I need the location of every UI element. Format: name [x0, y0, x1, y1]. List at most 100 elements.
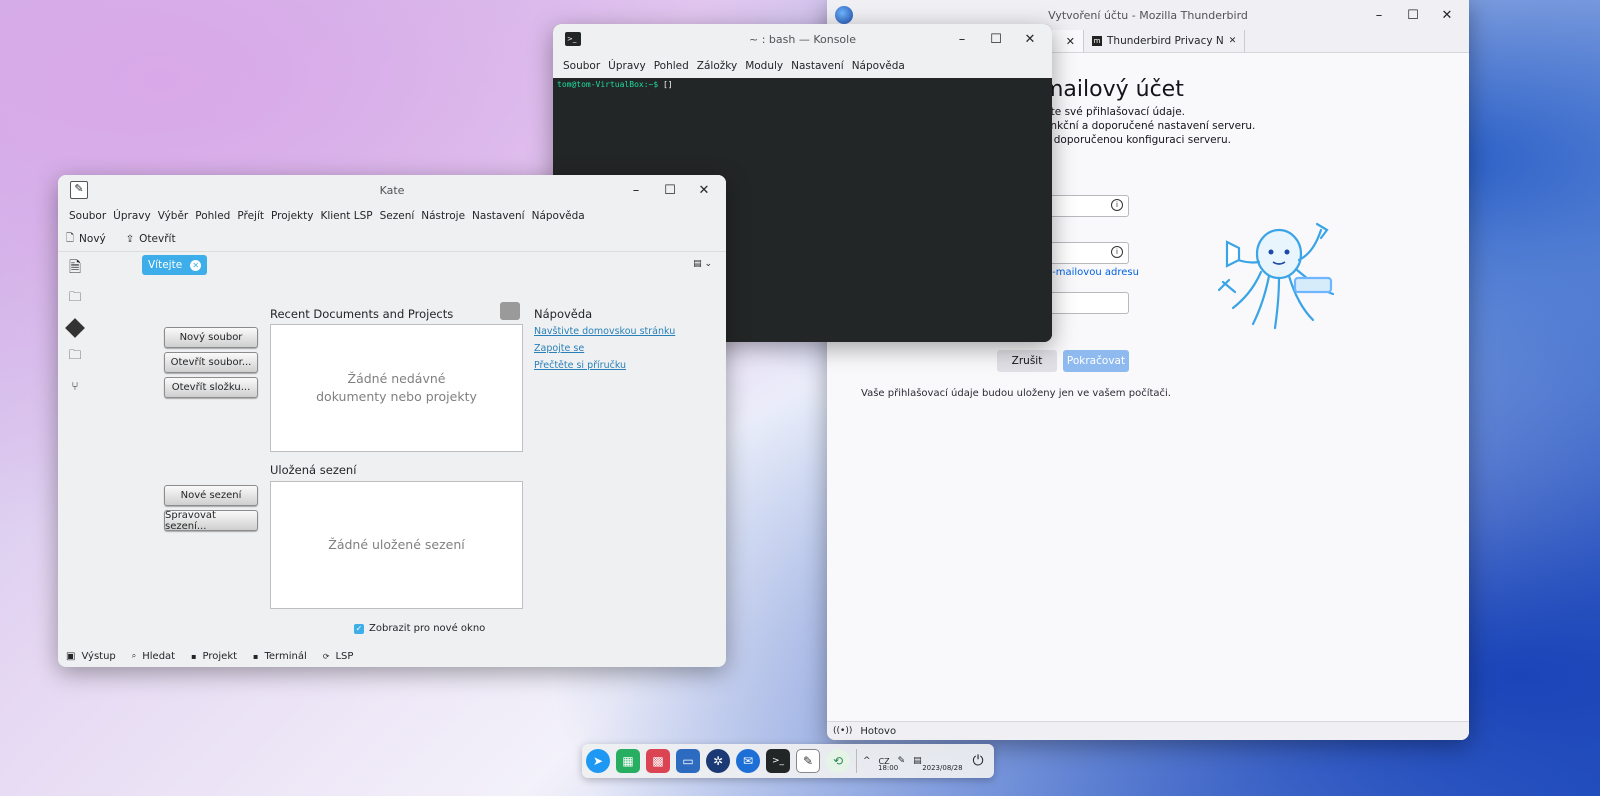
- kate-bottom-panel: ▣ Výstup ⌕ Hledat ▪ Projekt ▪ Terminál ⟳ LSP: [58, 645, 726, 667]
- branch-icon[interactable]: ⑂: [58, 371, 92, 400]
- vm-tools-icon[interactable]: ⟲: [826, 749, 850, 773]
- power-icon[interactable]: ⏻: [966, 749, 990, 773]
- open-button[interactable]: ⇪ Otevřít: [126, 233, 176, 245]
- chevron-up-icon[interactable]: ^: [863, 756, 871, 766]
- manage-sessions-button[interactable]: Spravovat sezení...: [164, 510, 258, 532]
- close-button[interactable]: ✕: [1020, 29, 1040, 49]
- kate-menubar: Soubor Úpravy Výběr Pohled Přejít Projek…: [58, 205, 726, 227]
- menu-item[interactable]: Přejít: [237, 210, 264, 222]
- kate-icon: ✎: [70, 181, 88, 199]
- close-button[interactable]: ✕: [1437, 5, 1457, 25]
- menu-item[interactable]: Klient LSP: [320, 210, 372, 222]
- tab-close-icon[interactable]: ✕: [1229, 36, 1237, 46]
- privacy-tab-icon: m: [1092, 36, 1102, 46]
- search-icon: ⌕: [131, 651, 137, 660]
- git-icon[interactable]: [58, 313, 92, 342]
- search-tab[interactable]: ⌕ Hledat: [132, 651, 175, 662]
- tab-label: Thunderbird Privacy N: [1107, 35, 1224, 47]
- minimize-button[interactable]: –: [952, 29, 972, 49]
- handbook-link[interactable]: Přečtěte si příručku: [534, 360, 626, 371]
- menu-item[interactable]: Pohled: [195, 210, 230, 222]
- octopus-illustration: [1217, 222, 1335, 330]
- maximize-button[interactable]: ☐: [1403, 5, 1423, 25]
- tab-label: Projekt: [202, 650, 238, 662]
- show-for-new-window-checkbox[interactable]: ✓ Zobrazit pro nové okno: [354, 623, 485, 634]
- tab-privacy[interactable]: m Thunderbird Privacy N ✕: [1084, 30, 1246, 52]
- menu-item[interactable]: Moduly: [745, 60, 783, 72]
- menu-item[interactable]: Výběr: [158, 210, 189, 222]
- recent-options-button[interactable]: [500, 302, 520, 320]
- open-label: Otevřít: [139, 233, 176, 245]
- menu-item[interactable]: Nastavení: [472, 210, 525, 222]
- new-button[interactable]: 🗋 Nový: [66, 231, 106, 248]
- app-launcher-icon[interactable]: ➤: [586, 749, 610, 773]
- menu-item[interactable]: Nástroje: [421, 210, 465, 222]
- open-file-button[interactable]: Otevřít soubor...: [164, 352, 258, 373]
- menu-item[interactable]: Nápověda: [852, 60, 905, 72]
- maximize-button[interactable]: ☐: [660, 180, 680, 200]
- get-involved-link[interactable]: Zapojte se: [534, 343, 584, 354]
- menu-item[interactable]: Sezení: [380, 210, 415, 222]
- privacy-note: Vaše přihlašovací údaje budou uloženy je…: [861, 388, 1171, 399]
- settings-icon[interactable]: ✲: [706, 749, 730, 773]
- homepage-link[interactable]: Navštivte domovskou stránku: [534, 326, 675, 337]
- clock[interactable]: 18:00 2023/08/28: [878, 764, 963, 773]
- split-view-icon[interactable]: ▤ ⌄: [693, 259, 712, 269]
- continue-button[interactable]: Pokračovat: [1063, 350, 1129, 372]
- help-title: Nápověda: [534, 307, 593, 321]
- clock-date: 2023/08/28: [922, 764, 963, 772]
- recent-list: Žádné nedávné dokumenty nebo projekty: [270, 324, 523, 452]
- menu-item[interactable]: Nastavení: [791, 60, 844, 72]
- thunderbird-taskbar-icon[interactable]: ✉: [736, 749, 760, 773]
- shell-prompt: tom@tom-VirtualBox:~$: [557, 80, 659, 89]
- taskbar-divider: [856, 749, 857, 773]
- recent-empty-text: Žádné nedávné dokumenty nebo projekty: [316, 371, 477, 404]
- project-tab[interactable]: ▪ Projekt: [191, 651, 237, 662]
- lsp-tab[interactable]: ⟳ LSP: [323, 651, 354, 662]
- checkmark-icon: ✓: [354, 623, 364, 634]
- minimize-button[interactable]: –: [626, 180, 646, 200]
- tab-welcome[interactable]: Vítejte ✕: [142, 255, 208, 275]
- recent-title: Recent Documents and Projects: [270, 307, 454, 321]
- intro-line: ankční a doporučené nastavení serveru.: [1044, 120, 1256, 132]
- tab-close-icon[interactable]: ✕: [1066, 35, 1075, 48]
- menu-item[interactable]: Úpravy: [608, 60, 646, 72]
- documents-icon[interactable]: 🗎: [58, 255, 92, 284]
- menu-item[interactable]: Projekty: [271, 210, 313, 222]
- package-icon[interactable]: ▭: [676, 749, 700, 773]
- folder-icon[interactable]: 🗀: [58, 342, 92, 371]
- menu-item[interactable]: Soubor: [563, 60, 600, 72]
- new-session-button[interactable]: Nové sezení: [164, 485, 258, 506]
- open-icon: ⇪: [125, 233, 135, 245]
- folder-icon[interactable]: 🗀: [58, 284, 92, 313]
- new-document-icon: 🗋: [66, 232, 75, 244]
- tab-label: Vítejte: [148, 259, 183, 271]
- close-button[interactable]: ✕: [694, 180, 714, 200]
- open-folder-button[interactable]: Otevřít složku...: [164, 377, 258, 398]
- tab-label: Terminál: [264, 650, 307, 662]
- kate-window: ✎ Kate – ☐ ✕ Soubor Úpravy Výběr Pohled …: [58, 175, 726, 667]
- project-icon: ▪: [191, 651, 197, 661]
- konsole-taskbar-icon[interactable]: >_: [766, 749, 790, 773]
- cancel-button[interactable]: Zrušit: [997, 350, 1057, 372]
- menu-item[interactable]: Pohled: [654, 60, 689, 72]
- kate-taskbar-icon[interactable]: ✎: [796, 749, 820, 773]
- new-label: Nový: [79, 233, 106, 245]
- sessions-empty-text: Žádné uložené sezení: [328, 537, 465, 552]
- kate-toolbar: 🗋 Nový ⇪ Otevřít: [58, 227, 726, 252]
- spreadsheet-icon[interactable]: ▦: [616, 749, 640, 773]
- menu-item[interactable]: Soubor: [69, 210, 106, 222]
- menu-item[interactable]: Nápověda: [532, 210, 585, 222]
- email-address-link[interactable]: e-mailovou adresu: [1046, 267, 1139, 278]
- new-file-button[interactable]: Nový soubor: [164, 327, 258, 348]
- minimize-button[interactable]: –: [1369, 5, 1389, 25]
- maximize-button[interactable]: ☐: [986, 29, 1006, 49]
- output-tab[interactable]: ▣ Výstup: [66, 651, 116, 662]
- kate-titlebar: ✎ Kate – ☐ ✕: [58, 175, 726, 205]
- terminal-tab[interactable]: ▪ Terminál: [253, 651, 307, 662]
- tab-label: Hledat: [142, 650, 176, 662]
- menu-item[interactable]: Úpravy: [113, 210, 151, 222]
- app-store-icon[interactable]: ▩: [646, 749, 670, 773]
- tab-close-icon[interactable]: ✕: [190, 259, 202, 271]
- menu-item[interactable]: Záložky: [697, 60, 737, 72]
